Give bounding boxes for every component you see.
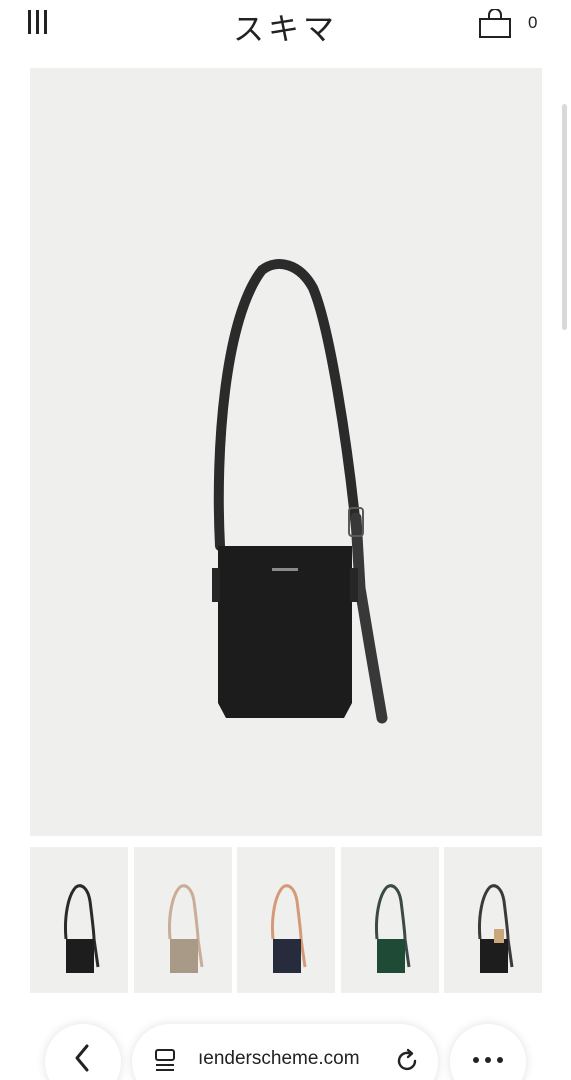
- more-button[interactable]: [450, 1024, 526, 1080]
- thumbnail-green[interactable]: [340, 847, 439, 993]
- browser-toolbar: ıenderscheme.com: [0, 1010, 571, 1080]
- thumbnail-black-card[interactable]: [444, 847, 542, 993]
- reload-icon[interactable]: [394, 1048, 420, 1074]
- tabs-icon[interactable]: [154, 1048, 176, 1076]
- url-text[interactable]: ıenderscheme.com: [198, 1048, 360, 1070]
- scrollbar[interactable]: [562, 104, 567, 330]
- thumbnail-strip: [30, 847, 542, 993]
- chevron-left-icon: [75, 1044, 89, 1072]
- header: スキマ 0: [0, 0, 571, 50]
- cart-count: 0: [528, 13, 538, 32]
- thumbnail-black[interactable]: [30, 847, 128, 993]
- product-main-image[interactable]: [30, 68, 542, 836]
- thumbnail-navy[interactable]: [237, 847, 335, 993]
- back-button[interactable]: [45, 1024, 121, 1080]
- ellipsis-icon: [473, 1057, 503, 1063]
- thumbnail-beige[interactable]: [133, 847, 232, 993]
- shopping-bag-icon[interactable]: [478, 9, 512, 39]
